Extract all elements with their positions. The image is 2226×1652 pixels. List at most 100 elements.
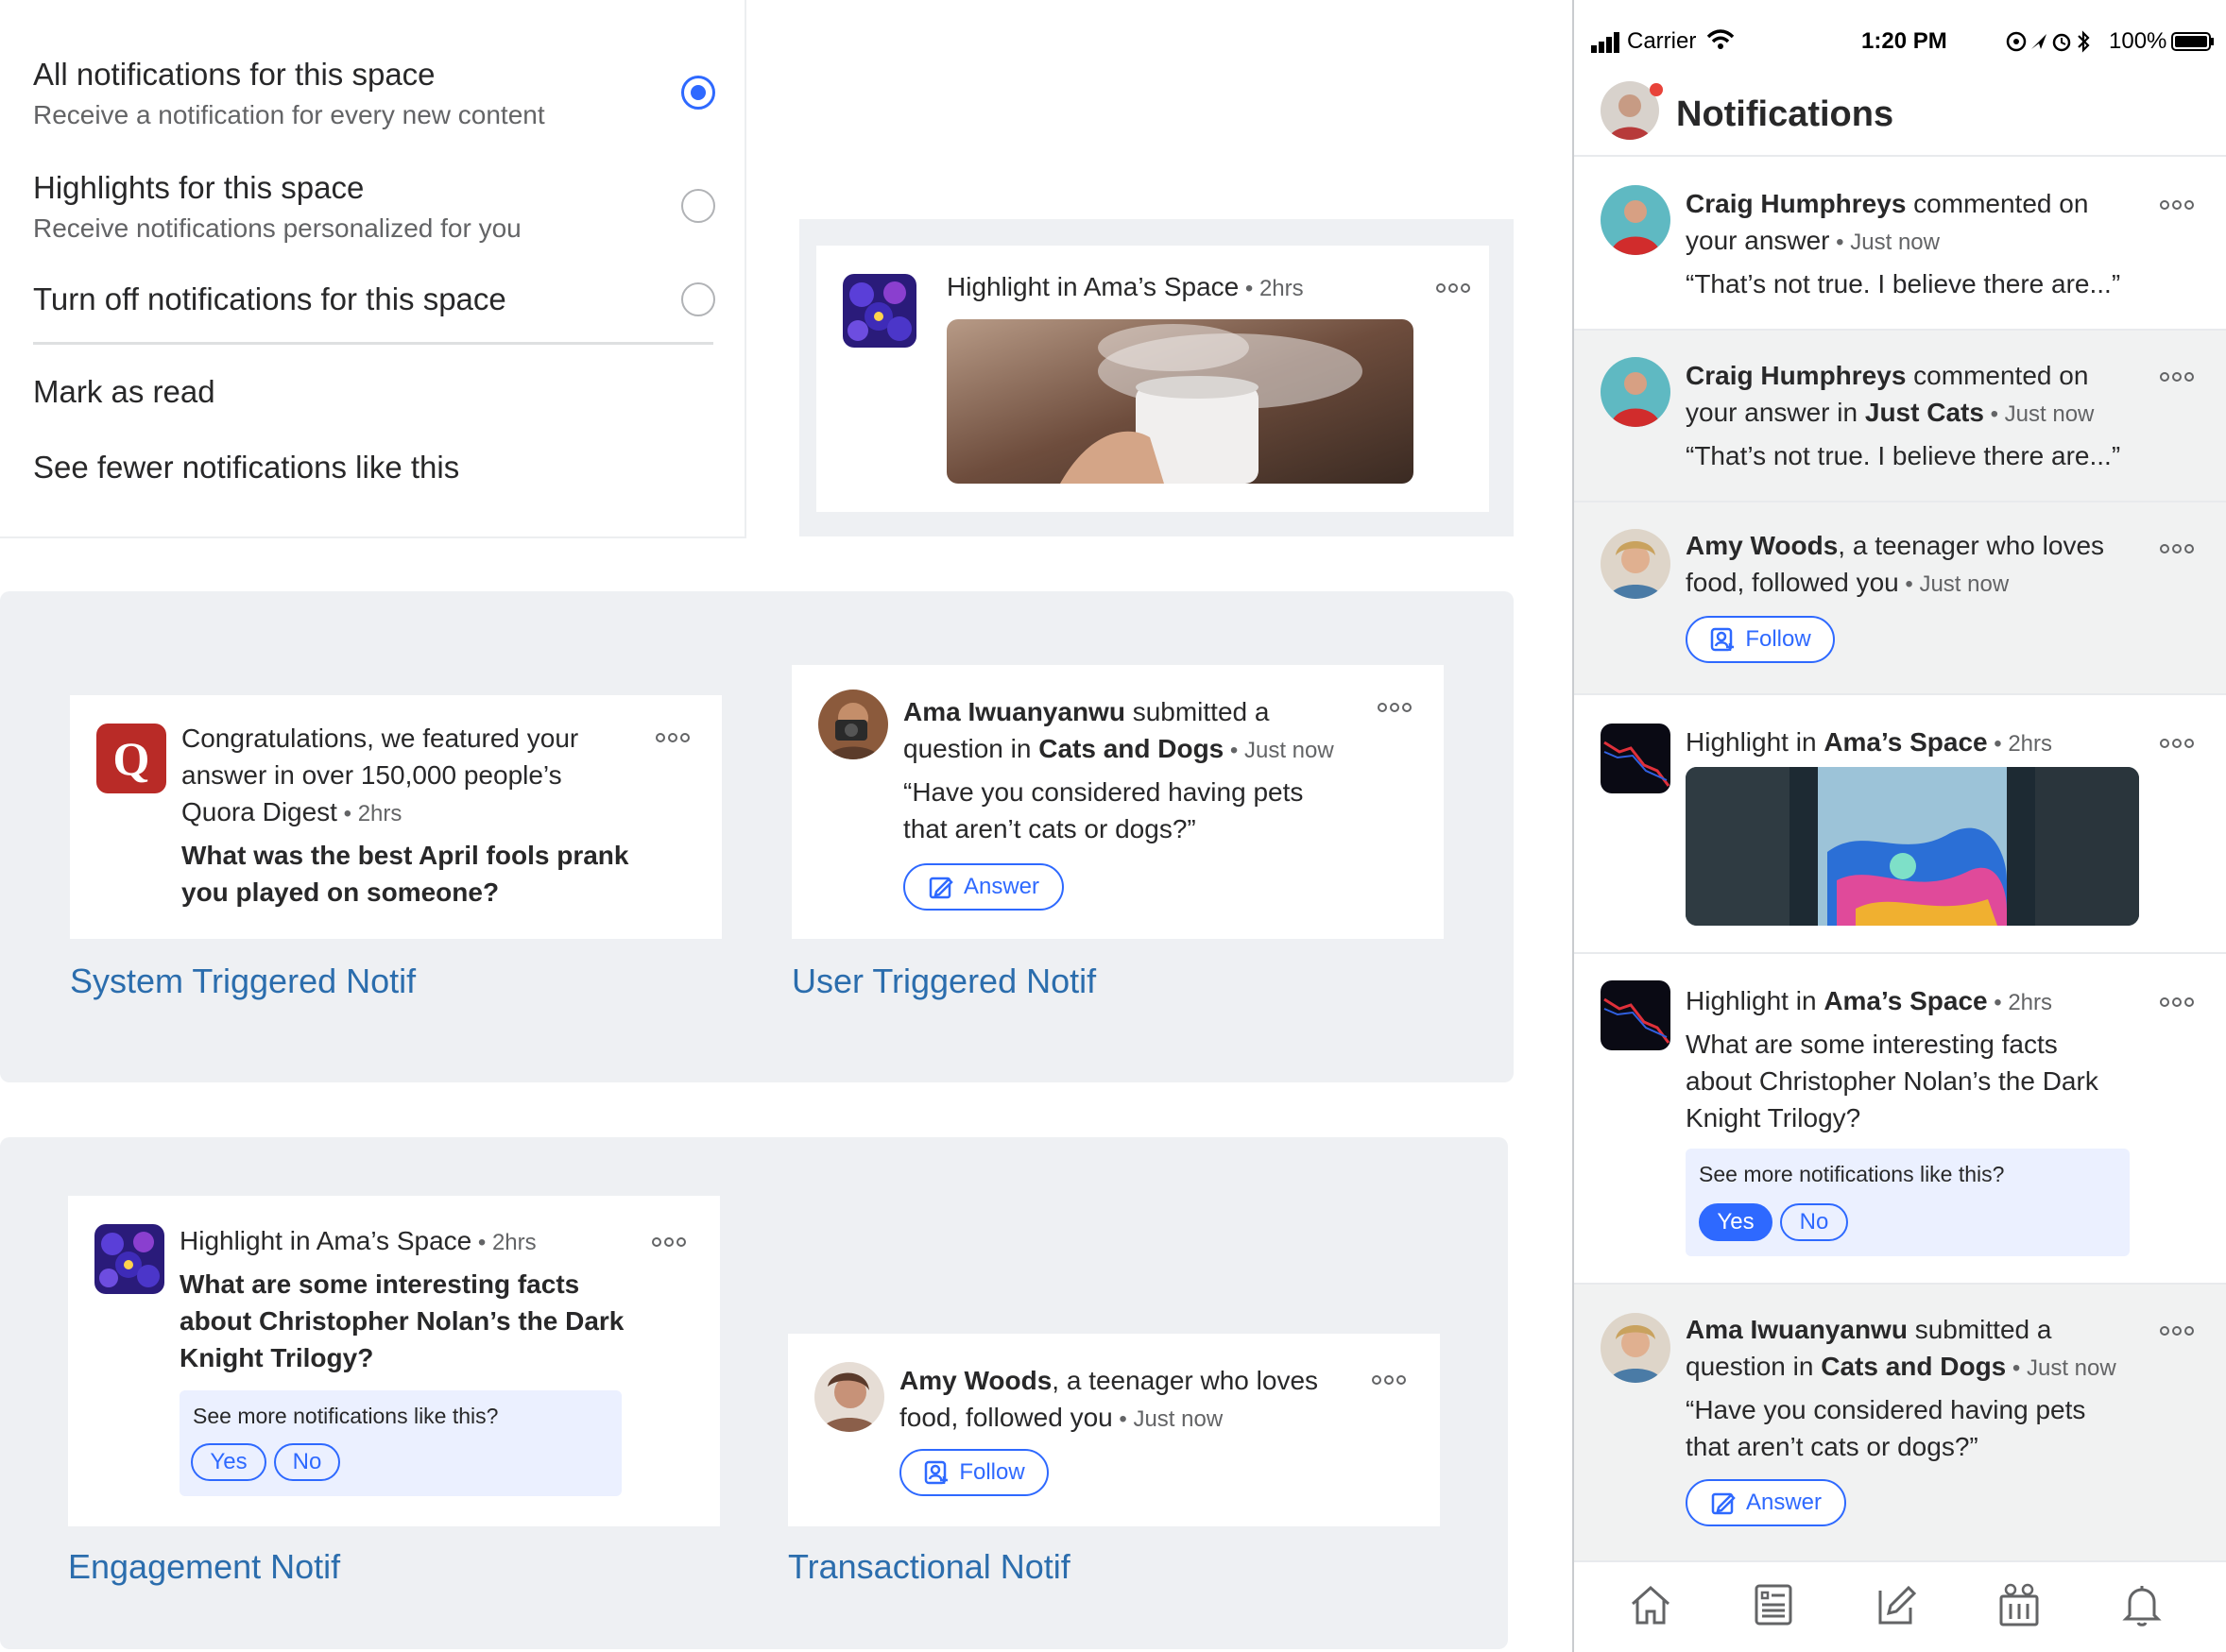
more-options-icon[interactable] — [2160, 198, 2194, 212]
user-avatar — [1601, 185, 1670, 255]
user-avatar — [1601, 1313, 1670, 1383]
more-options-icon[interactable] — [1378, 701, 1412, 714]
user-line-2: question in Cats and Dogs • Just now — [903, 734, 1334, 763]
follow-user-icon — [925, 1460, 949, 1485]
phone-notification-item[interactable]: Highlight in Ama’s Space • 2hrs What are… — [1574, 952, 2226, 1283]
engagement-question-3[interactable]: Knight Trilogy? — [180, 1339, 373, 1376]
option-off-title[interactable]: Turn off notifications for this space — [33, 281, 506, 317]
phone-notification-item[interactable]: Craig Humphreys commented on your answer… — [1574, 329, 2226, 501]
user-avatar — [818, 690, 888, 759]
bottom-tab-bar — [1574, 1560, 2226, 1652]
phone-notification-item[interactable]: Craig Humphreys commented on your answer… — [1574, 155, 2226, 329]
item-question-1[interactable]: What are some interesting facts — [1686, 1026, 2058, 1063]
status-time: 1:20 PM — [1861, 28, 1947, 54]
unread-dot — [1650, 83, 1663, 96]
battery-icon — [2171, 32, 2215, 51]
feedback-prompt: See more notifications like this? — [1699, 1162, 2005, 1186]
phone-notification-item[interactable]: Amy Woods, a teenager who loves food, fo… — [1574, 501, 2226, 693]
user-caption: User Triggered Notif — [792, 962, 1097, 1000]
item-line-2: food, followed you • Just now — [1686, 568, 2010, 597]
follow-user-icon — [1711, 627, 1735, 652]
notifications-icon[interactable] — [2118, 1581, 2166, 1628]
transactional-caption: Transactional Notif — [788, 1547, 1070, 1586]
option-highlights-subtitle: Receive notifications personalized for y… — [33, 213, 522, 243]
home-icon[interactable] — [1627, 1581, 1674, 1628]
mark-as-read-action[interactable]: Mark as read — [33, 374, 215, 410]
more-options-icon[interactable] — [2160, 737, 2194, 750]
option-all-radio[interactable] — [681, 76, 715, 110]
more-options-icon[interactable] — [652, 1235, 686, 1249]
more-options-icon[interactable] — [2160, 1324, 2194, 1337]
more-options-icon[interactable] — [1436, 281, 1470, 295]
more-options-icon[interactable] — [1372, 1373, 1406, 1387]
item-line-1: Craig Humphreys commented on — [1686, 361, 2089, 390]
write-icon[interactable] — [1873, 1581, 1920, 1628]
feedback-box: See more notifications like this? Yes No — [1686, 1149, 2130, 1256]
item-header: Highlight in Ama’s Space • 2hrs — [1686, 986, 2053, 1015]
item-line-1: Craig Humphreys commented on — [1686, 189, 2089, 218]
notification-settings-menu: All notifications for this space Receive… — [0, 0, 746, 538]
transactional-line-2: food, followed you • Just now — [899, 1403, 1224, 1432]
highlight-notification-card[interactable]: Highlight in Ama’s Space • 2hrs — [816, 246, 1489, 512]
see-fewer-action[interactable]: See fewer notifications like this — [33, 450, 459, 485]
option-off-radio[interactable] — [681, 282, 715, 316]
answer-button[interactable]: Answer — [1686, 1479, 1846, 1526]
phone-notifications-screen: Carrier 1:20 PM 100% Notifications Craig… — [1572, 0, 2226, 1652]
feedback-yes-button[interactable]: Yes — [1699, 1203, 1772, 1241]
item-quote-1: “Have you considered having pets — [1686, 1395, 2086, 1424]
phone-notification-item[interactable]: Ama Iwuanyanwu submitted a question in C… — [1574, 1283, 2226, 1560]
follow-button[interactable]: Follow — [899, 1449, 1049, 1496]
wifi-icon — [1706, 28, 1735, 51]
item-question-2[interactable]: about Christopher Nolan’s the Dark — [1686, 1063, 2098, 1099]
transactional-notification-card[interactable]: Amy Woods, a teenager who loves food, fo… — [788, 1334, 1440, 1526]
follow-button[interactable]: Follow — [1686, 616, 1835, 663]
option-highlights-title[interactable]: Highlights for this space — [33, 170, 364, 206]
user-quote-1: “Have you considered having pets — [903, 777, 1304, 807]
phone-notification-item[interactable]: Highlight in Ama’s Space • 2hrs — [1574, 693, 2226, 952]
user-quote-2: that aren’t cats or dogs?” — [903, 814, 1196, 843]
system-question-2[interactable]: you played on someone? — [181, 874, 499, 911]
menu-divider — [33, 342, 713, 345]
more-options-icon[interactable] — [2160, 542, 2194, 555]
option-all-subtitle: Receive a notification for every new con… — [33, 100, 545, 129]
item-header: Highlight in Ama’s Space • 2hrs — [1686, 727, 2053, 757]
feedback-yes-button[interactable]: Yes — [191, 1443, 266, 1481]
answer-button[interactable]: Answer — [903, 863, 1064, 911]
engagement-question-2[interactable]: about Christopher Nolan’s the Dark — [180, 1303, 624, 1339]
item-question-3[interactable]: Knight Trilogy? — [1686, 1099, 1860, 1136]
panel-system-user: Q Congratulations, we featured your answ… — [0, 591, 1514, 1082]
space-icon — [1601, 980, 1670, 1050]
status-icons — [2005, 30, 2099, 53]
engagement-question-1[interactable]: What are some interesting facts — [180, 1266, 579, 1303]
engagement-notification-card[interactable]: Highlight in Ama’s Space • 2hrs What are… — [68, 1196, 720, 1526]
system-line-1: Congratulations, we featured your — [181, 724, 579, 753]
space-icon — [843, 274, 916, 348]
item-line-2: your answer • Just now — [1686, 226, 1940, 255]
system-question-1[interactable]: What was the best April fools prank — [181, 837, 628, 874]
item-quote: “That’s not true. I believe there are...… — [1686, 269, 2121, 298]
item-quote-2: that aren’t cats or dogs?” — [1686, 1432, 1978, 1461]
feedback-no-button[interactable]: No — [1780, 1203, 1848, 1241]
item-line-1: Ama Iwuanyanwu submitted a — [1686, 1315, 2052, 1344]
feedback-box: See more notifications like this? Yes No — [180, 1390, 622, 1496]
option-highlights-radio[interactable] — [681, 189, 715, 223]
system-line-2: answer in over 150,000 people’s — [181, 760, 562, 790]
spaces-icon[interactable] — [1995, 1581, 2043, 1628]
carrier-label: Carrier — [1627, 28, 1697, 54]
user-avatar — [814, 1362, 884, 1432]
user-notification-card[interactable]: Ama Iwuanyanwu submitted a question in C… — [792, 665, 1444, 939]
system-notification-card[interactable]: Q Congratulations, we featured your answ… — [70, 695, 722, 939]
following-icon[interactable] — [1750, 1581, 1797, 1628]
engagement-caption: Engagement Notif — [68, 1547, 341, 1586]
feedback-no-button[interactable]: No — [274, 1443, 340, 1481]
item-line-1: Amy Woods, a teenager who loves — [1686, 531, 2105, 560]
highlight-card-frame: Highlight in Ama’s Space • 2hrs — [799, 219, 1514, 536]
more-options-icon[interactable] — [656, 731, 690, 744]
option-all-title[interactable]: All notifications for this space — [33, 57, 436, 93]
item-quote: “That’s not true. I believe there are...… — [1686, 441, 2121, 470]
space-icon — [94, 1224, 164, 1294]
more-options-icon[interactable] — [2160, 996, 2194, 1009]
pencil-icon — [1711, 1492, 1736, 1515]
user-avatar — [1601, 357, 1670, 427]
more-options-icon[interactable] — [2160, 370, 2194, 383]
